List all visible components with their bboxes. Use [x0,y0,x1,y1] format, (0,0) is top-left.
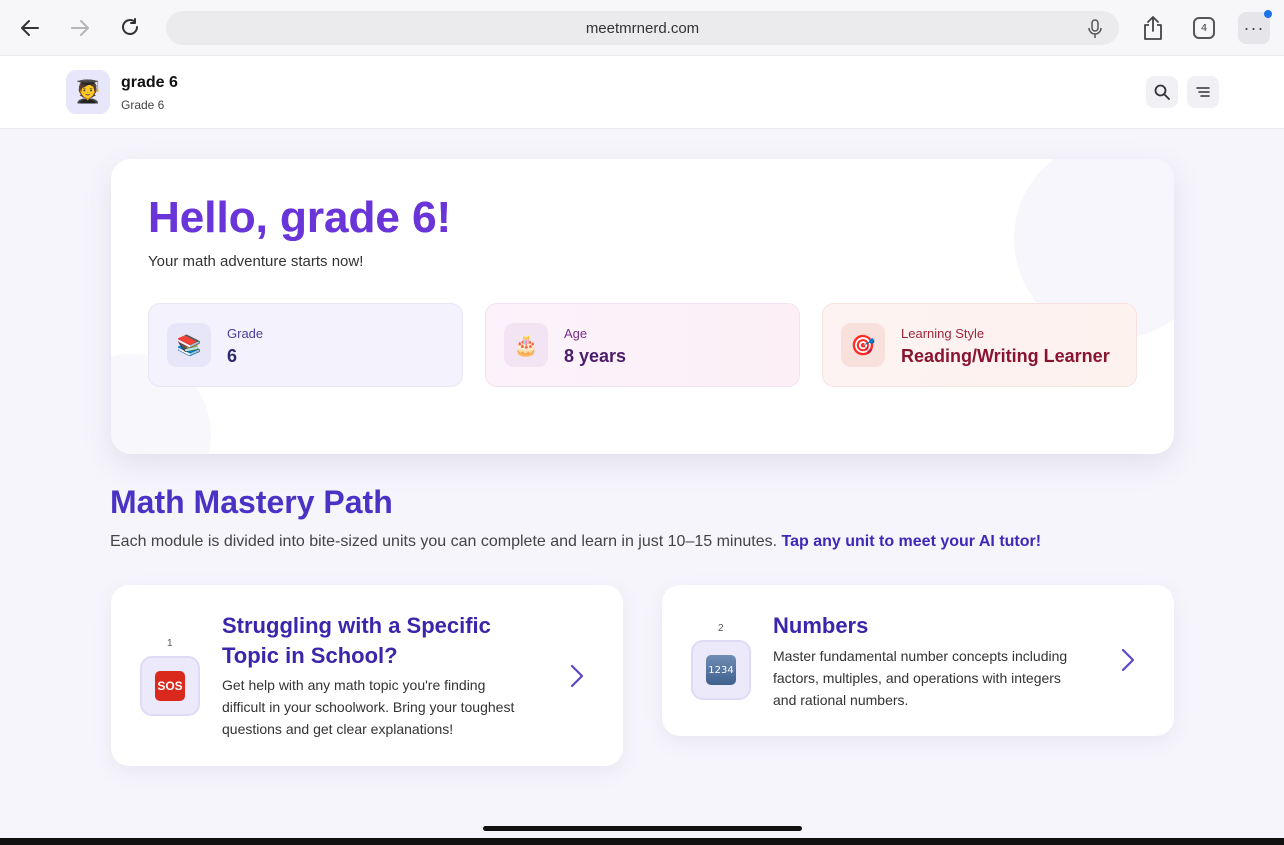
stat-label: Age [564,326,588,341]
browser-toolbar: meetmrnerd.com 4 ··· [0,0,1284,56]
stat-value: 8 years [564,346,627,366]
menu-icon[interactable] [1187,76,1219,108]
age-stat-card: 🎂 Age 8 years [485,303,800,387]
profile-name: grade 6 [121,74,178,91]
module-number: 1 [167,638,173,649]
chevron-right-icon[interactable] [1118,645,1138,675]
welcome-subtitle: Your math adventure starts now! [148,253,364,270]
reload-icon[interactable] [114,12,146,44]
module-card-sos[interactable]: 1 SOS Struggling with a Specific Topic i… [111,585,623,766]
microphone-icon[interactable] [1087,19,1103,43]
share-icon[interactable] [1139,14,1167,42]
url-text: meetmrnerd.com [585,19,700,37]
grade-stat-card: 📚 Grade 6 [148,303,463,387]
forward-arrow-icon[interactable] [64,12,96,44]
module-number: 2 [718,623,724,634]
sos-icon: SOS [140,656,200,716]
learning-style-stat-card: 🎯 Learning Style Reading/Writing Learner [822,303,1137,387]
search-icon[interactable] [1146,76,1178,108]
module-card-numbers[interactable]: 2 1234 Numbers Master fundamental number… [662,585,1174,736]
tabs-button[interactable]: 4 [1190,14,1218,42]
graduate-avatar-icon[interactable]: 🧑‍🎓 [66,70,110,114]
profile-grade: Grade 6 [121,98,165,112]
section-description: Each module is divided into bite-sized u… [110,533,1041,551]
cta-text: Tap any unit to meet your AI tutor! [781,533,1042,550]
number-keypad-icon: 1234 [691,640,751,700]
screen-bottom-edge [0,838,1284,845]
welcome-title: Hello, grade 6! [148,193,452,242]
address-bar[interactable]: meetmrnerd.com [166,11,1119,45]
home-indicator[interactable] [483,826,802,831]
app-header: 🧑‍🎓 grade 6 Grade 6 [0,56,1284,129]
module-title: Numbers [773,613,869,638]
back-arrow-icon[interactable] [14,12,46,44]
stat-label: Grade [227,326,264,341]
description-text: Each module is divided into bite-sized u… [110,533,778,550]
module-description: Master fundamental number concepts inclu… [773,648,1068,708]
section-title: Math Mastery Path [110,484,393,520]
stat-value: 6 [227,346,238,366]
target-icon: 🎯 [841,323,885,367]
chevron-right-icon[interactable] [567,661,587,691]
stat-value: Reading/Writing Learner [901,346,1110,366]
welcome-card: Hello, grade 6! Your math adventure star… [111,159,1174,454]
books-icon: 📚 [167,323,211,367]
cake-icon: 🎂 [504,323,548,367]
stat-label: Learning Style [901,326,985,341]
module-description: Get help with any math topic you're find… [222,677,515,737]
notification-dot [1264,10,1272,18]
tab-count: 4 [1193,17,1215,39]
module-title: Struggling with a Specific Topic in Scho… [222,613,491,668]
